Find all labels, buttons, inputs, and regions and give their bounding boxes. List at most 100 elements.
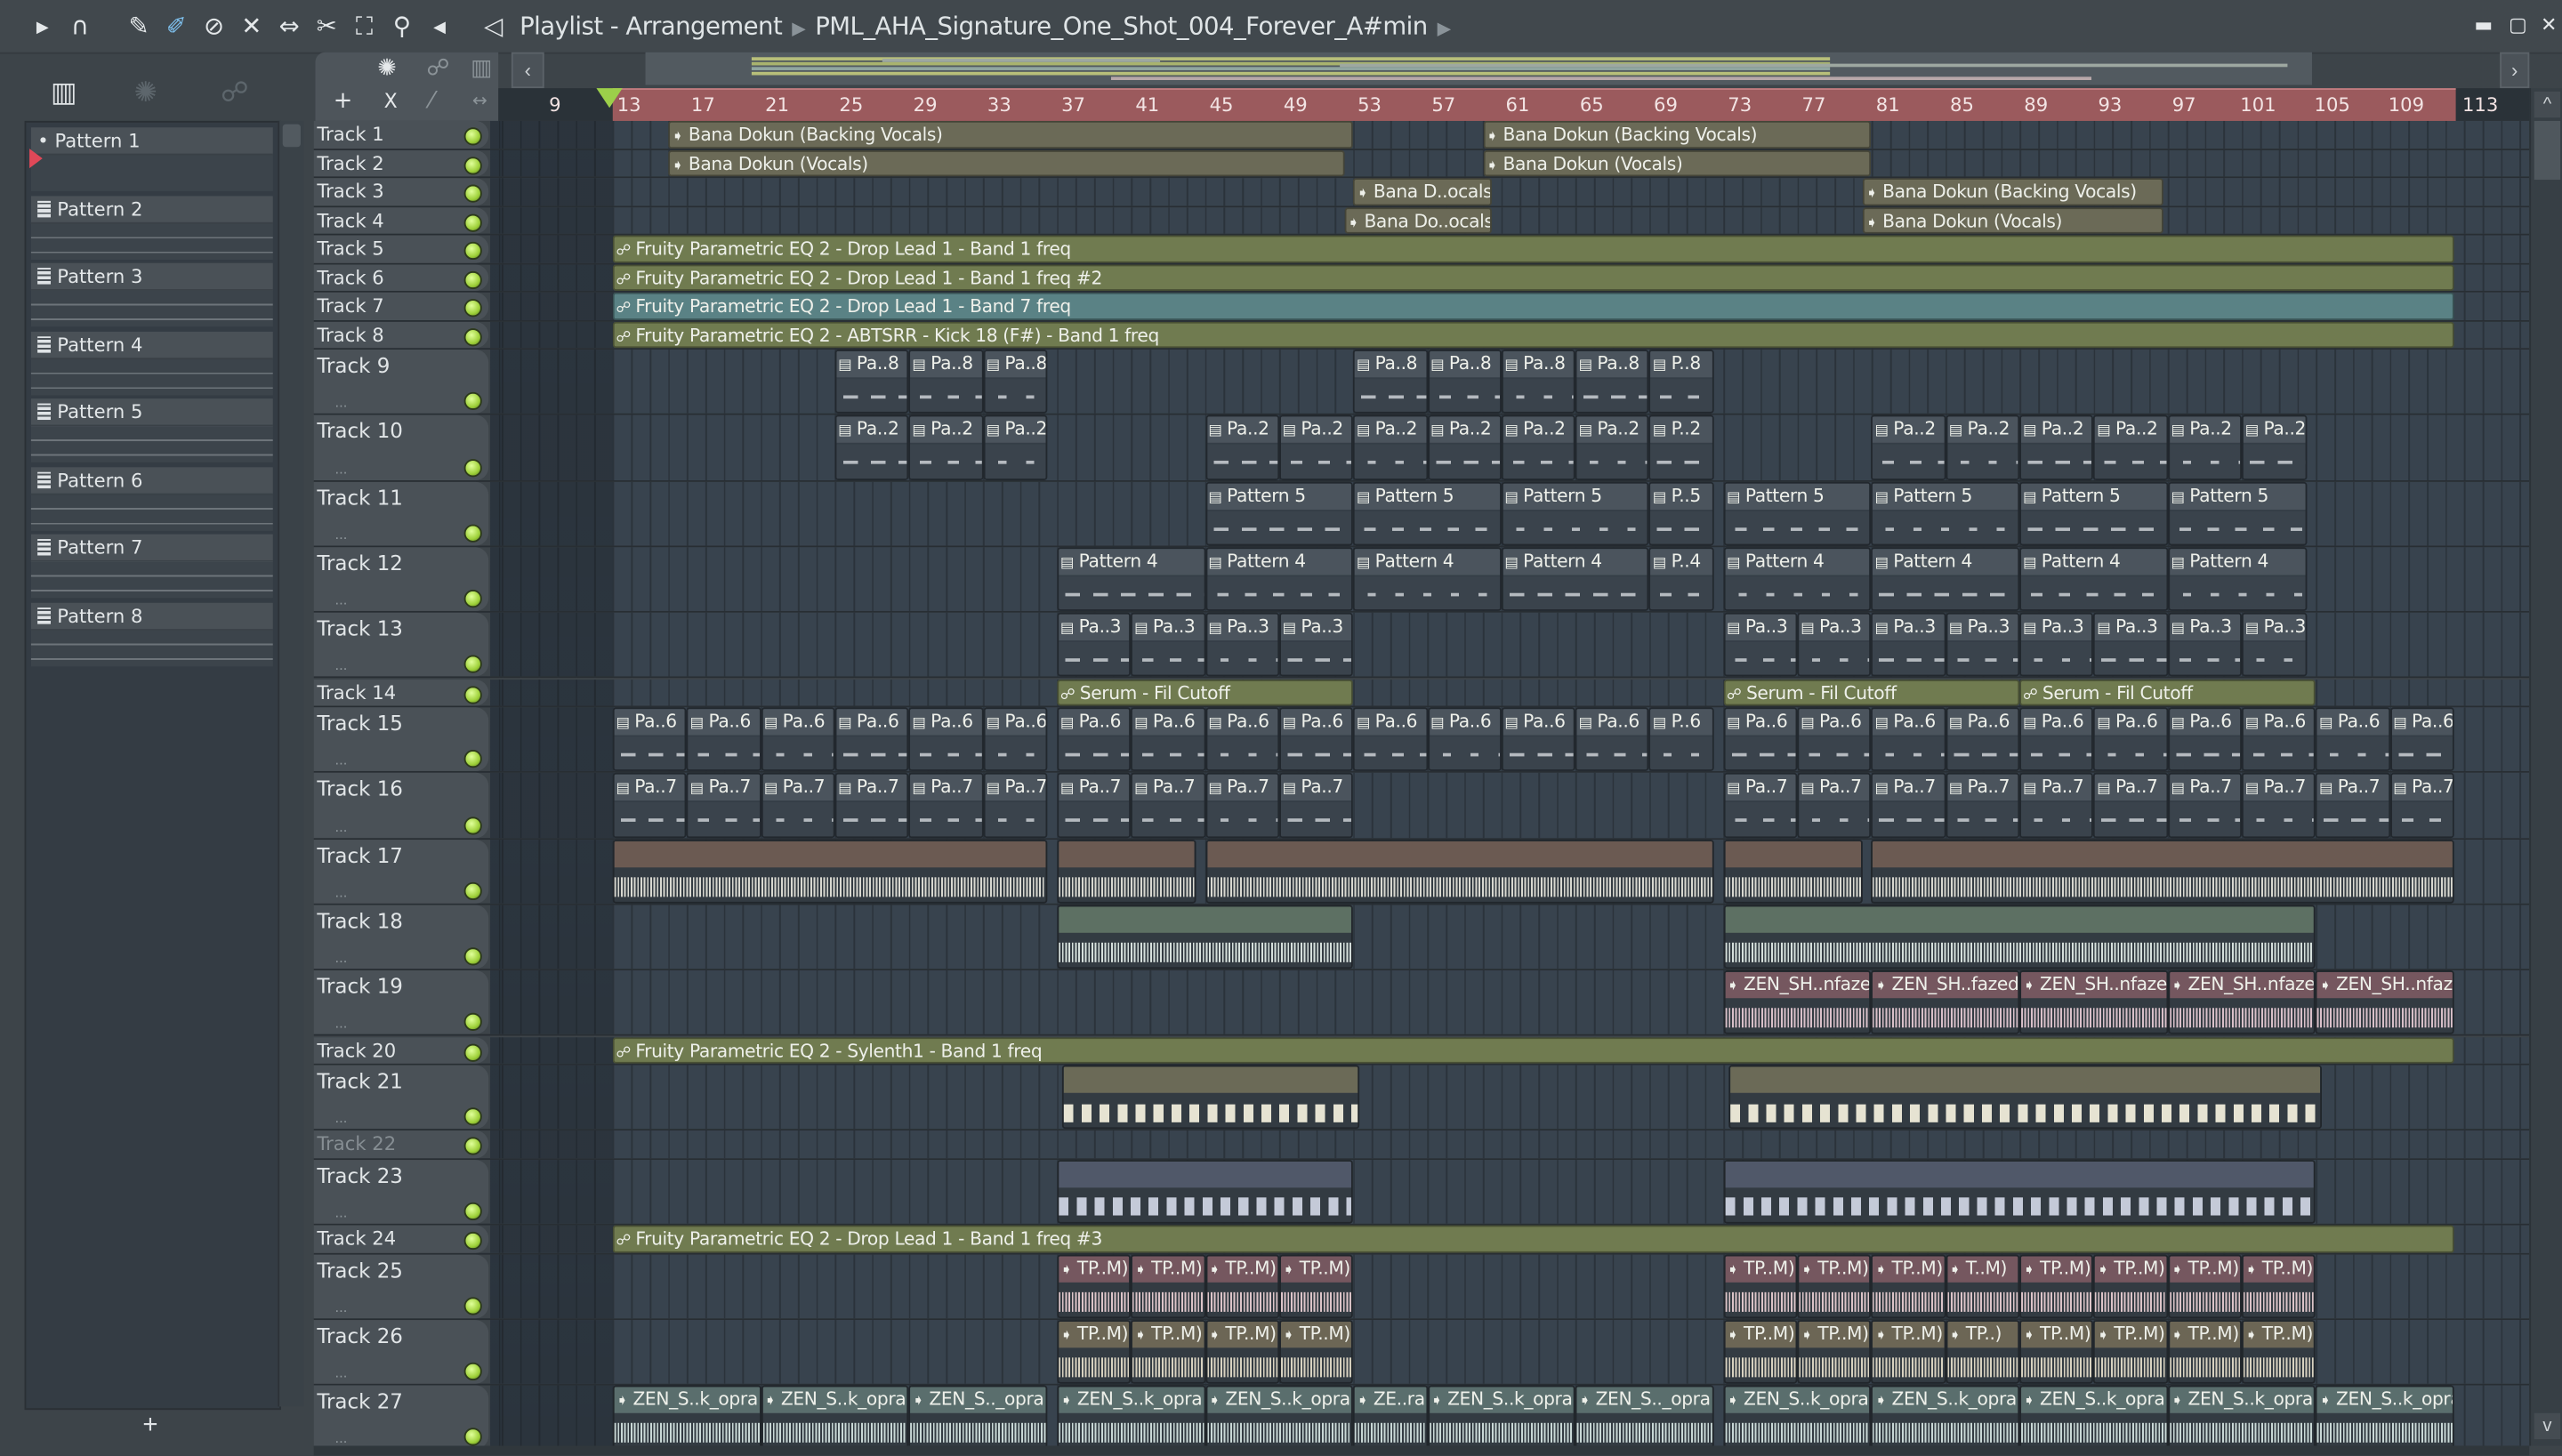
clip-wave[interactable]: ➧ TP..M) (2242, 1253, 2316, 1319)
clip-pattern[interactable]: ▤ Pa..2 (2019, 415, 2094, 480)
slice-icon[interactable]: ✂ (310, 10, 343, 43)
scroll-up-button[interactable]: ^ (2534, 91, 2561, 118)
timeline-ruler[interactable]: 9 13 17 21 25 29 33 37 41 45 49 53 57 61 65 69 73 77 81 85 8… (498, 88, 2530, 123)
pattern-header[interactable]: Pattern 7 (30, 534, 273, 562)
track-lane[interactable]: ☍ Fruity Parametric EQ 2 - Drop Lead 1 - … (490, 263, 2530, 291)
clip-pattern[interactable]: ▤ Pa..6 (687, 707, 761, 772)
clip-pattern[interactable]: ▤ Pattern 5 (1723, 481, 1872, 546)
track-header[interactable]: Track 22 (313, 1130, 489, 1158)
clip-pattern[interactable]: ▤ Pa..2 (1204, 415, 1279, 480)
clip-pattern[interactable]: ▤ Pa..7 (612, 773, 688, 838)
clip-pattern[interactable]: ▤ Pa..7 (1057, 773, 1132, 838)
track-mute-led[interactable] (463, 1363, 482, 1381)
clip-auto[interactable]: ☍ Fruity Parametric EQ 2 - Drop Lead 1 - … (612, 263, 2455, 291)
track-header[interactable]: Track 26... (313, 1319, 489, 1385)
clip-pattern[interactable]: ▤ Pa..3 (2167, 613, 2243, 678)
track-name[interactable]: Track 25 (317, 1258, 403, 1283)
clip-pattern[interactable]: ▤ Pattern 4 (1353, 547, 1502, 612)
track-header[interactable]: Track 19... (313, 970, 489, 1035)
clip-wave[interactable]: ➧ T..M) (1946, 1253, 2020, 1319)
clip-pattern[interactable]: ▤ Pa..6 (2019, 707, 2094, 772)
clip-pattern[interactable]: ▤ Pa..8 (982, 350, 1048, 414)
clip-pattern[interactable]: ▤ Pa..6 (2242, 707, 2316, 772)
track-header[interactable]: Track 9... (313, 350, 489, 414)
clip-pattern[interactable]: ▤ Pa..6 (761, 707, 835, 772)
clip-pattern[interactable]: ▤ Pa..6 (612, 707, 688, 772)
track-mute-led[interactable] (463, 881, 482, 900)
clip-pattern[interactable]: ▤ Pa..7 (1131, 773, 1205, 838)
clip-audio[interactable]: ➧ Bana Dokun (Backing Vocals) (1482, 120, 1872, 149)
clip-pattern[interactable]: ▤ Pa..6 (2316, 707, 2390, 772)
pattern-header[interactable]: • Pattern 1 (30, 127, 273, 156)
track-mute-led[interactable] (463, 1232, 482, 1251)
add-track-button[interactable]: + (334, 88, 353, 114)
track-lane[interactable]: ➧ Bana Dokun (Backing Vocals) ➧ Bana Dokun … (490, 120, 2530, 149)
clip-wave[interactable]: ➧ ZEN_S.._opra (908, 1385, 1048, 1446)
clip-pattern[interactable]: ▤ Pa..2 (2167, 415, 2243, 480)
clip-wave[interactable]: ➧ TP..M) (1057, 1253, 1132, 1319)
clip-auto[interactable]: ☍ Fruity Parametric EQ 2 - Sylenth1 - Ban… (612, 1036, 2455, 1064)
track-options-icon[interactable]: ... (335, 591, 348, 607)
clip-pattern[interactable]: ▤ Pa..7 (1797, 773, 1872, 838)
clip-blocks[interactable] (1062, 1065, 1359, 1130)
track-lane[interactable]: ➧ TP..M) ➧ TP..M) ➧ TP..M) ➧ TP..M) ➧ TP..M) ➧ TP..… (490, 1253, 2530, 1319)
overview-scroll-left-button[interactable]: ‹ (511, 52, 544, 89)
track-name[interactable]: Track 9 (317, 353, 390, 378)
clip-pattern[interactable]: ▤ Pa..2 (834, 415, 909, 480)
clip-pattern[interactable]: ▤ Pa..6 (1353, 707, 1428, 772)
pattern-item[interactable]: Pattern 6 (30, 466, 273, 531)
track-lane[interactable]: ➧ ZEN_S..k_opra ➧ ZEN_S..k_opra ➧ ZEN_S.._opr… (490, 1385, 2530, 1446)
clip-pattern[interactable]: ▤ Pa..6 (2167, 707, 2243, 772)
track-options-icon[interactable]: ... (335, 1015, 348, 1031)
track-lane[interactable]: ▤ Pattern 5 ▤ Pattern 5 ▤ Pattern 5 ▤ P..5 ▤ Patt… (490, 481, 2530, 546)
track-name[interactable]: Track 27 (317, 1389, 403, 1414)
clip-wave[interactable]: ➧ TP..M) (1131, 1253, 1205, 1319)
breadcrumb-arrow-icon[interactable]: ▶ (1438, 18, 1452, 39)
track-header[interactable]: Track 8 (313, 320, 489, 349)
remove-button[interactable]: X (384, 90, 398, 113)
clip-pattern[interactable]: ▤ Pa..6 (1278, 707, 1354, 772)
clip-wave[interactable]: ➧ ZEN_S..k_opra (1204, 1385, 1354, 1446)
clip-wave[interactable]: ➧ TP..M) (2167, 1253, 2243, 1319)
track-options-icon[interactable]: ... (335, 1430, 348, 1445)
clip-wave[interactable]: ➧ TP..M) (2093, 1253, 2168, 1319)
clip-pattern[interactable]: ▤ Pa..3 (1131, 613, 1205, 678)
track-lane[interactable] (490, 1159, 2530, 1224)
clip-pattern[interactable]: ▤ Pa..6 (1723, 707, 1798, 772)
clip-pattern[interactable]: ▤ Pa..6 (1797, 707, 1872, 772)
clip-wave[interactable]: ➧ TP..) (1946, 1319, 2020, 1385)
track-name[interactable]: Track 17 (317, 842, 403, 867)
track-header[interactable]: Track 10... (313, 415, 489, 480)
clip-pattern[interactable]: ▤ Pa..2 (1501, 415, 1575, 480)
clip-wave[interactable]: ➧ ZEN_S..k_opra (761, 1385, 909, 1446)
clip-blocks[interactable] (1057, 1159, 1354, 1224)
clip-wave[interactable]: ➧ ZEN_SH..fazed (1871, 970, 2020, 1035)
track-mute-led[interactable] (463, 327, 482, 346)
clip-pattern[interactable]: ▤ Pa..8 (1575, 350, 1650, 414)
clip-pattern[interactable]: ▤ Pattern 4 (2019, 547, 2168, 612)
track-lane[interactable] (490, 1130, 2530, 1158)
clip-audio[interactable]: ➧ Bana Dokun (Vocals) (1482, 149, 1872, 177)
maximize-button[interactable]: ▢ (2505, 12, 2531, 37)
track-mute-led[interactable] (463, 213, 482, 231)
clip-blocks[interactable] (1728, 1065, 2322, 1130)
track-mute-led[interactable] (463, 269, 482, 289)
track-lane[interactable]: ☍ Fruity Parametric EQ 2 - Drop Lead 1 - … (490, 235, 2530, 262)
clip-audio[interactable]: ➧ Bana Dokun (Vocals) (668, 149, 1344, 177)
track-mute-led[interactable] (463, 458, 482, 477)
playhead-marker-icon[interactable] (596, 88, 623, 109)
clip-pattern[interactable]: ▤ Pa..7 (1723, 773, 1798, 838)
clip-wave[interactable]: ➧ TP..M) (2019, 1253, 2094, 1319)
clip-auto[interactable]: ☍ Fruity Parametric EQ 2 - Drop Lead 1 - … (612, 235, 2455, 262)
track-options-icon[interactable]: ... (335, 460, 348, 476)
track-header[interactable]: Track 15... (313, 707, 489, 772)
audio-clip-icon[interactable]: ✺ (377, 55, 397, 81)
clip-pattern[interactable]: ▤ Pa..7 (834, 773, 909, 838)
pattern-header[interactable]: Pattern 4 (30, 330, 273, 359)
pattern-item[interactable]: Pattern 8 (30, 601, 273, 666)
track-lane[interactable]: ➧ ZEN_SH..nfazed ➧ ZEN_SH..fazed ➧ ZEN_SH..nf… (490, 970, 2530, 1035)
audio-clip-icon[interactable]: ✺ (134, 76, 157, 109)
pattern-item[interactable]: • Pattern 1 (30, 127, 273, 191)
clip-pattern[interactable]: ▤ Pa..7 (687, 773, 761, 838)
magnet-snap-icon[interactable]: ∩ (64, 10, 97, 43)
